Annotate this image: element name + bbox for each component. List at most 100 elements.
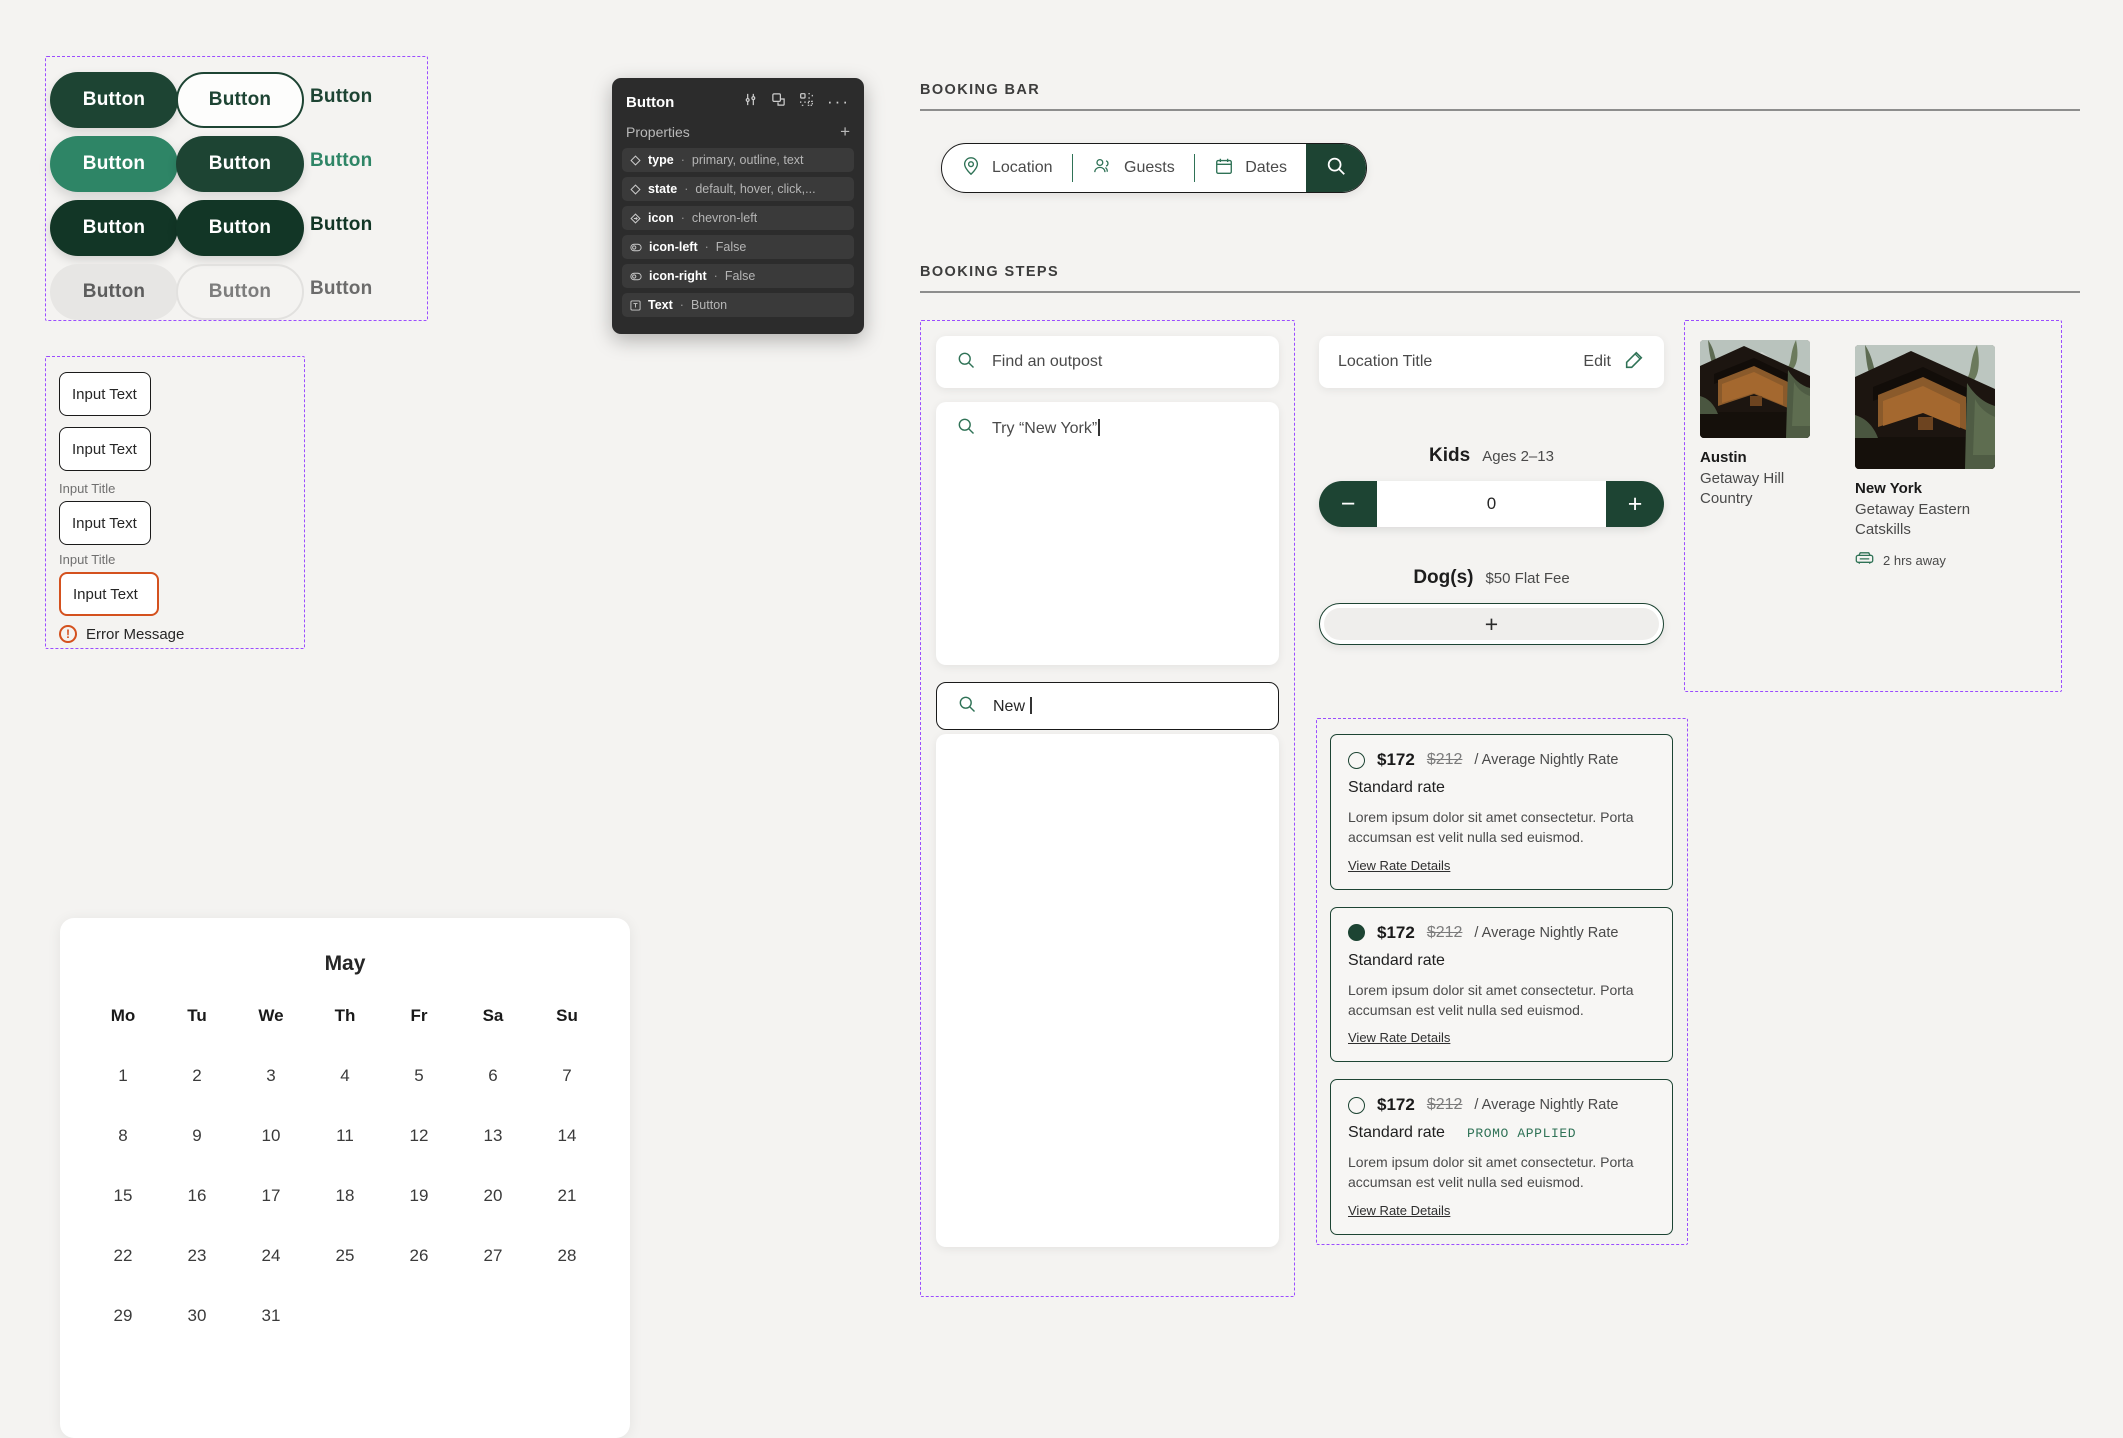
location-title-card[interactable]: Location Title Edit: [1319, 336, 1664, 388]
dogs-add-button[interactable]: +: [1319, 603, 1664, 645]
property-row-icon-right[interactable]: icon-right · False: [622, 264, 854, 288]
button-text-click[interactable]: Button: [310, 214, 372, 236]
booking-bar-dates[interactable]: Dates: [1195, 144, 1306, 192]
component-properties-panel[interactable]: Button ··· Properties + type · primary, …: [612, 78, 864, 334]
location-away-text: 2 hrs away: [1883, 552, 1946, 568]
calendar-day-cell[interactable]: 8: [86, 1126, 160, 1146]
calendar-day-cell[interactable]: 1: [86, 1066, 160, 1086]
calendar-card[interactable]: May Mo Tu We Th Fr Sa Su 1 2 3 4 5 6 7 8 9 10 11 12 13 14 15…: [60, 918, 630, 1438]
input-text-error[interactable]: Input Text: [59, 572, 159, 616]
location-edit-control[interactable]: Edit: [1583, 349, 1645, 376]
edit-pencil-icon[interactable]: [1623, 349, 1645, 376]
calendar-day-cell[interactable]: 21: [530, 1186, 604, 1206]
calendar-day-cell[interactable]: 14: [530, 1126, 604, 1146]
calendar-day-cell[interactable]: 9: [160, 1126, 234, 1146]
button-primary-default[interactable]: Button: [50, 72, 178, 128]
search-try-panel[interactable]: Try “New York”: [936, 402, 1279, 665]
kids-stepper[interactable]: − 0 +: [1319, 481, 1664, 527]
calendar-day-cell[interactable]: 31: [234, 1306, 308, 1326]
booking-bar[interactable]: Location Guests Dates: [941, 143, 1367, 193]
view-rate-details-link[interactable]: View Rate Details: [1348, 858, 1450, 873]
button-outline-hover[interactable]: Button: [176, 136, 304, 192]
calendar-day-cell[interactable]: 15: [86, 1186, 160, 1206]
property-row-type[interactable]: type · primary, outline, text: [622, 148, 854, 172]
property-row-Text[interactable]: Text · Button: [622, 293, 854, 317]
location-card-austin[interactable]: Austin Getaway Hill Country: [1700, 340, 1810, 510]
calendar-dow-cell: We: [258, 1006, 284, 1025]
rate-radio[interactable]: [1348, 1096, 1365, 1114]
calendar-day-cell[interactable]: 2: [160, 1066, 234, 1086]
button-outline-default[interactable]: Button: [176, 72, 304, 128]
booking-bar-guests[interactable]: Guests: [1073, 144, 1194, 192]
view-rate-details-link[interactable]: View Rate Details: [1348, 1203, 1450, 1218]
calendar-day-cell[interactable]: 29: [86, 1306, 160, 1326]
rate-original-price: $212: [1426, 923, 1463, 941]
calendar-day-cell[interactable]: 23: [160, 1246, 234, 1266]
calendar-day-cell[interactable]: 26: [382, 1246, 456, 1266]
view-rate-details-link[interactable]: View Rate Details: [1348, 1030, 1450, 1045]
input-error-message: Error Message: [86, 625, 185, 643]
calendar-day-cell[interactable]: 18: [308, 1186, 382, 1206]
calendar-day-cell[interactable]: 12: [382, 1126, 456, 1146]
rate-card[interactable]: $172 $212 / Average Nightly Rate Standard r…: [1330, 734, 1673, 890]
calendar-day-cell[interactable]: 28: [530, 1246, 604, 1266]
location-card-newyork[interactable]: New York Getaway Eastern Catskills 2 hrs…: [1855, 345, 1995, 570]
calendar-day-cell[interactable]: 13: [456, 1126, 530, 1146]
calendar-day-cell[interactable]: 22: [86, 1246, 160, 1266]
calendar-day-cell[interactable]: 20: [456, 1186, 530, 1206]
location-desc-newyork: Getaway Eastern Catskills: [1855, 501, 1971, 539]
property-name: Text: [648, 298, 673, 312]
property-row-state[interactable]: state · default, hover, click,...: [622, 177, 854, 201]
input-text-labeled[interactable]: Input Text: [59, 501, 151, 545]
calendar-day-cell[interactable]: 11: [308, 1126, 382, 1146]
property-value: Button: [690, 298, 728, 312]
add-property-icon[interactable]: +: [840, 123, 850, 140]
property-separator: ·: [684, 182, 689, 196]
property-row-icon-left[interactable]: icon-left · False: [622, 235, 854, 259]
variant-diamond-icon: [630, 154, 641, 166]
calendar-day-cell[interactable]: 16: [160, 1186, 234, 1206]
rate-per-label: / Average Nightly Rate: [1474, 752, 1619, 768]
calendar-day-cell[interactable]: 17: [234, 1186, 308, 1206]
calendar-day-cell[interactable]: 3: [234, 1066, 308, 1086]
calendar-day-cell[interactable]: 7: [530, 1066, 604, 1086]
kids-value[interactable]: 0: [1377, 481, 1606, 527]
calendar-day-cell[interactable]: 4: [308, 1066, 382, 1086]
button-outline-click[interactable]: Button: [176, 200, 304, 256]
search-new-results-panel[interactable]: [936, 734, 1279, 1247]
booking-bar-location[interactable]: Location: [942, 144, 1072, 192]
kids-increment-button[interactable]: +: [1606, 481, 1664, 527]
create-component-icon[interactable]: [771, 92, 786, 112]
rate-radio[interactable]: [1348, 751, 1365, 769]
calendar-day-cell[interactable]: 27: [456, 1246, 530, 1266]
rate-per-label: / Average Nightly Rate: [1474, 1097, 1619, 1114]
button-text-default[interactable]: Button: [310, 86, 372, 108]
button-text-hover[interactable]: Button: [310, 150, 372, 172]
calendar-day-cell[interactable]: 25: [308, 1246, 382, 1266]
kids-decrement-button[interactable]: −: [1319, 481, 1377, 527]
more-options-icon[interactable]: ···: [827, 93, 850, 110]
calendar-day-cell[interactable]: 6: [456, 1066, 530, 1086]
component-set-icon[interactable]: [799, 92, 814, 112]
booking-bar-search-button[interactable]: [1305, 144, 1366, 192]
search-find-outpost[interactable]: Find an outpost: [936, 336, 1279, 388]
calendar-day-cell[interactable]: 19: [382, 1186, 456, 1206]
button-primary-click[interactable]: Button: [50, 200, 178, 256]
input-text-focus[interactable]: Input Text: [59, 427, 151, 471]
rate-header-row: $172 $212 / Average Nightly Rate: [1348, 750, 1655, 770]
property-row-icon[interactable]: icon · chevron-left: [622, 206, 854, 230]
calendar-day-cell[interactable]: 5: [382, 1066, 456, 1086]
rate-card[interactable]: $172 $212 / Average Nightly Rate Standard r…: [1330, 906, 1673, 1063]
calendar-day-cell[interactable]: 24: [234, 1246, 308, 1266]
rate-card[interactable]: $172 $212 / Average Nightly Rate Standard r…: [1330, 1079, 1673, 1235]
calendar-days-grid[interactable]: 1 2 3 4 5 6 7 8 9 10 11 12 13 14 15 16 17 18 19 20 21 22 23 24 2…: [86, 1066, 604, 1326]
button-primary-hover[interactable]: Button: [50, 136, 178, 192]
location-name-newyork: New York: [1855, 480, 1922, 497]
rate-name: Standard rate: [1348, 779, 1445, 796]
calendar-day-cell[interactable]: 30: [160, 1306, 234, 1326]
rate-radio[interactable]: [1348, 924, 1365, 942]
tune-sliders-icon[interactable]: [743, 92, 758, 112]
input-text-default[interactable]: Input Text: [59, 372, 151, 416]
calendar-day-cell[interactable]: 10: [234, 1126, 308, 1146]
search-new-input[interactable]: New: [936, 682, 1279, 730]
